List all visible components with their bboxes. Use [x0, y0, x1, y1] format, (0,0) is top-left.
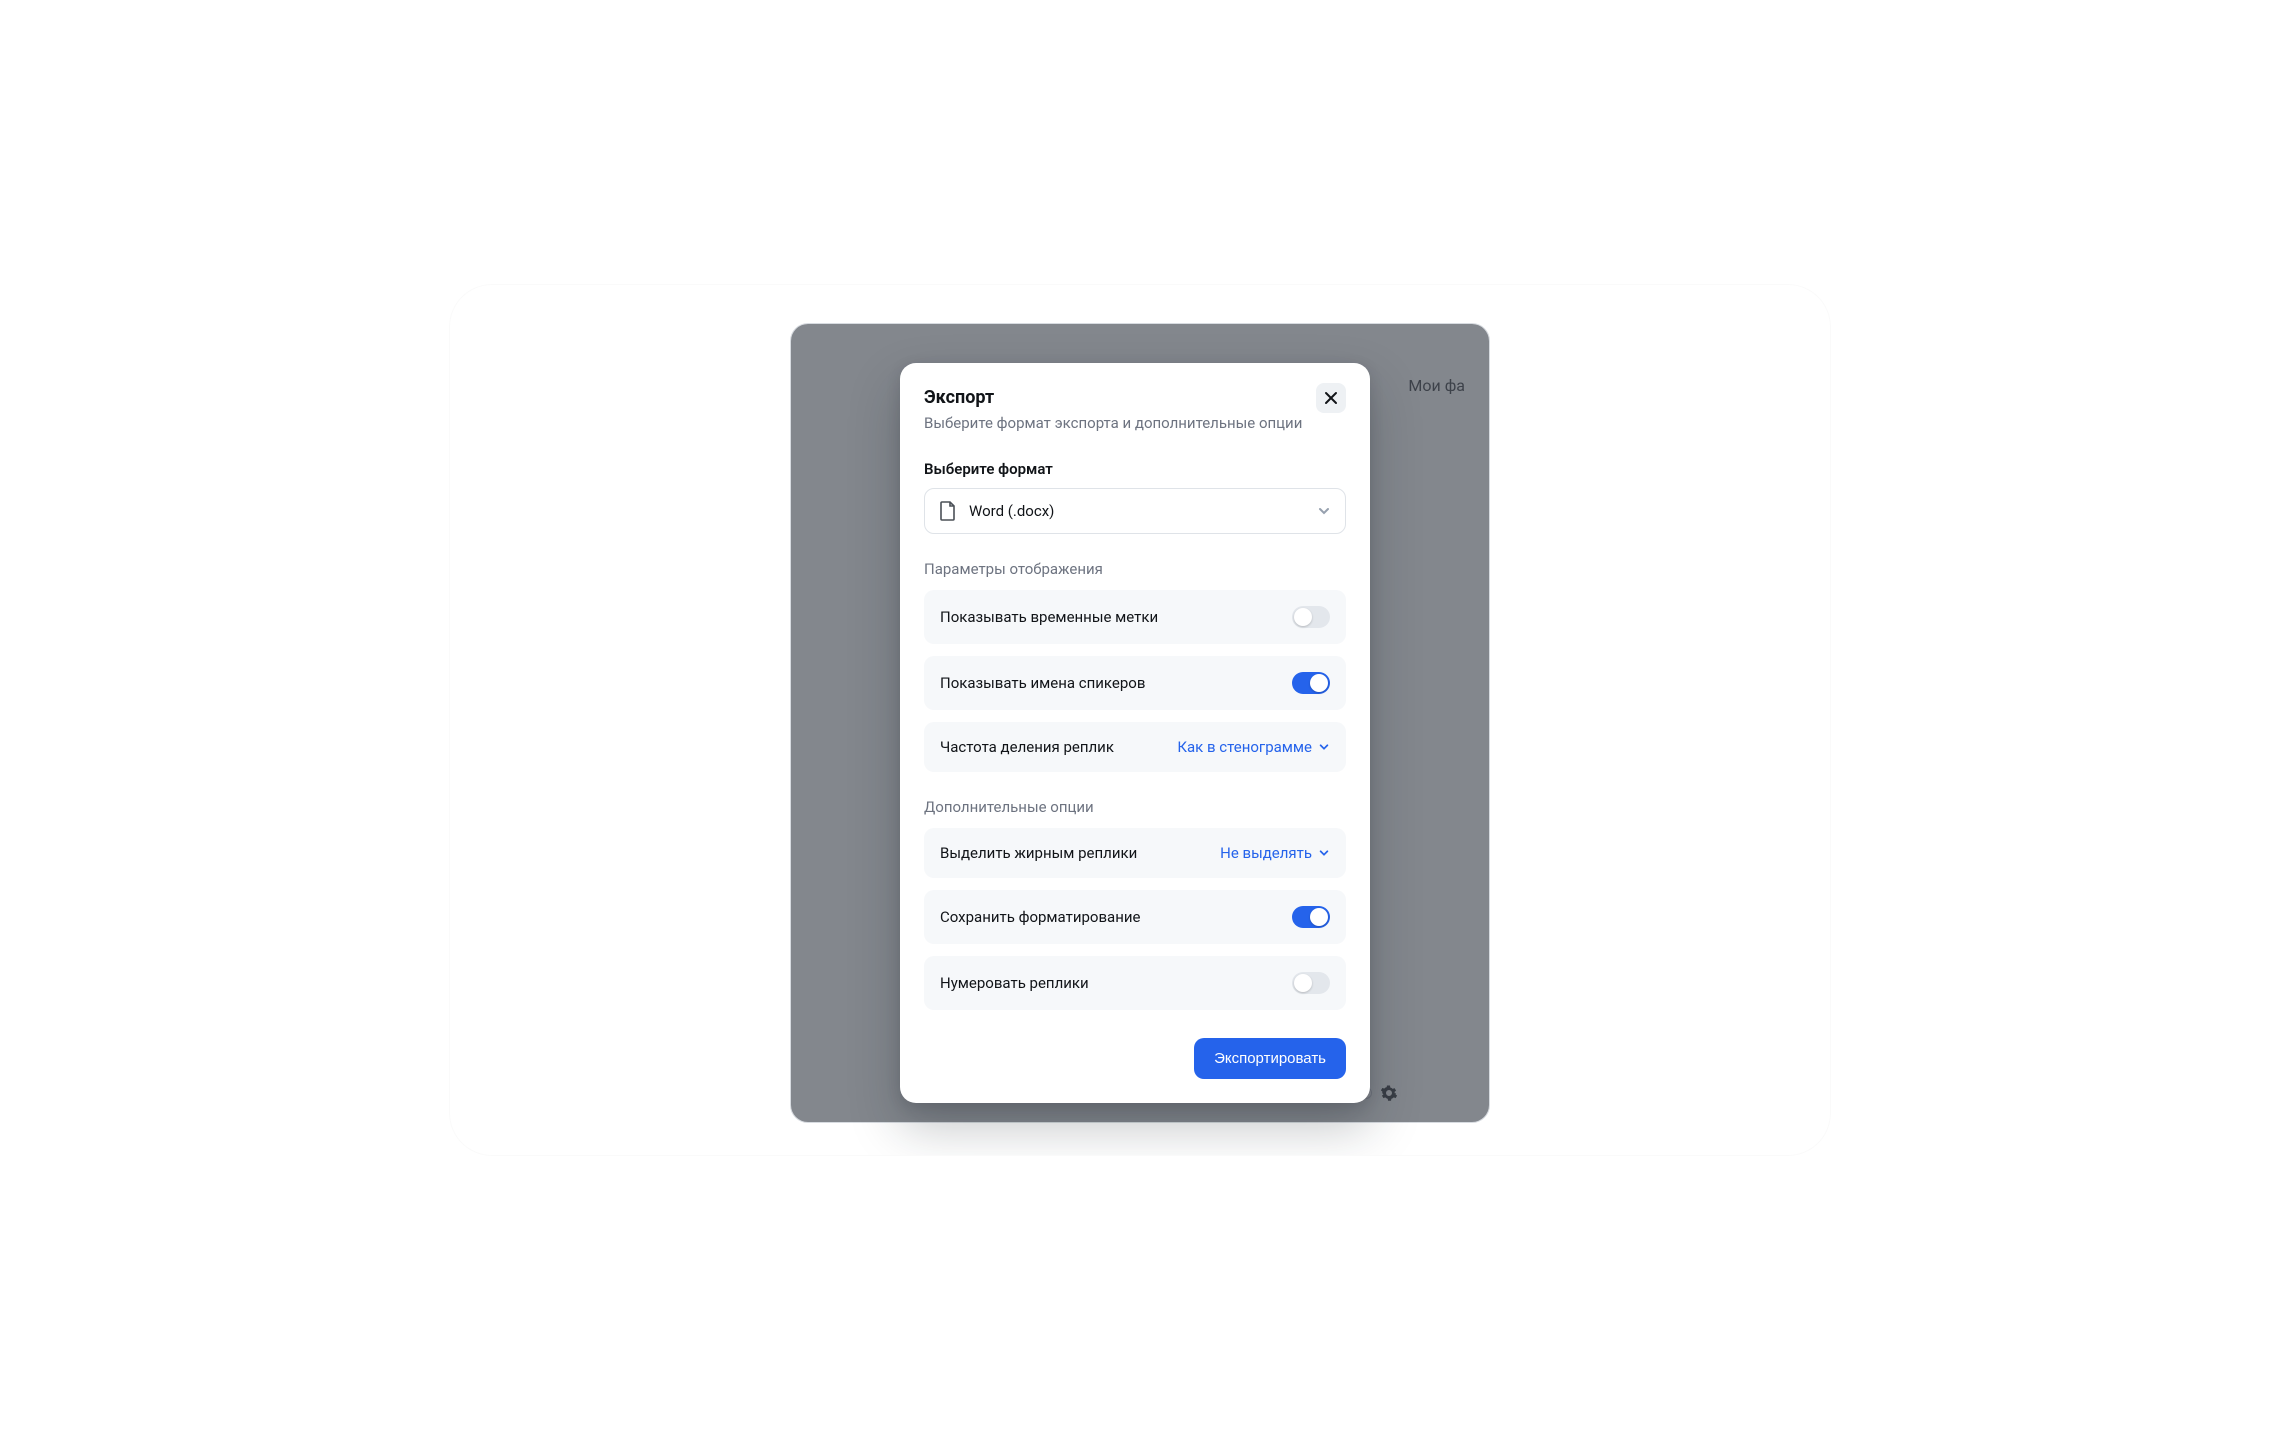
nav-my-files-label: Мои фа [1408, 376, 1465, 395]
chevron-down-icon [1318, 741, 1330, 753]
chevron-down-icon [1317, 504, 1331, 518]
toggle-numbering[interactable] [1292, 972, 1330, 994]
option-speakers-label: Показывать имена спикеров [940, 674, 1145, 692]
option-timestamps: Показывать временные метки [924, 590, 1346, 644]
option-split-frequency: Частота деления реплик Как в стенограмме [924, 722, 1346, 772]
toggle-speakers[interactable] [1292, 672, 1330, 694]
format-section-label: Выберите формат [924, 460, 1346, 478]
bold-value: Не выделять [1220, 844, 1312, 862]
settings-icon[interactable] [1380, 1084, 1398, 1102]
export-button-label: Экспортировать [1214, 1050, 1326, 1067]
format-value: Word (.docx) [969, 502, 1054, 520]
option-numbering-label: Нумеровать реплики [940, 974, 1089, 992]
option-timestamps-label: Показывать временные метки [940, 608, 1158, 626]
bold-select[interactable]: Не выделять [1220, 844, 1330, 862]
modal-subtitle: Выберите формат экспорта и дополнительны… [924, 414, 1302, 432]
export-modal: Экспорт Выберите формат экспорта и допол… [900, 363, 1370, 1103]
modal-title: Экспорт [924, 387, 1302, 408]
format-select[interactable]: Word (.docx) [924, 488, 1346, 534]
option-numbering: Нумеровать реплики [924, 956, 1346, 1010]
canvas-frame: Мои фа ТЕЙ ДЛЯ 13 минут икер 0 оступа [450, 285, 1830, 1155]
file-icon [939, 501, 957, 521]
advanced-section-label: Дополнительные опции [924, 798, 1346, 816]
option-split-label: Частота деления реплик [940, 738, 1114, 756]
close-icon [1324, 391, 1338, 405]
export-button[interactable]: Экспортировать [1194, 1038, 1346, 1079]
option-bold-label: Выделить жирным реплики [940, 844, 1137, 862]
option-speakers: Показывать имена спикеров [924, 656, 1346, 710]
close-button[interactable] [1316, 383, 1346, 413]
option-keep-formatting-label: Сохранить форматирование [940, 908, 1140, 926]
split-frequency-value: Как в стенограмме [1177, 738, 1312, 756]
toggle-timestamps[interactable] [1292, 606, 1330, 628]
option-bold: Выделить жирным реплики Не выделять [924, 828, 1346, 878]
chevron-down-icon [1318, 847, 1330, 859]
split-frequency-select[interactable]: Как в стенограмме [1177, 738, 1330, 756]
nav-my-files-link[interactable]: Мои фа [1408, 376, 1465, 395]
toggle-keep-formatting[interactable] [1292, 906, 1330, 928]
option-keep-formatting: Сохранить форматирование [924, 890, 1346, 944]
display-section-label: Параметры отображения [924, 560, 1346, 578]
